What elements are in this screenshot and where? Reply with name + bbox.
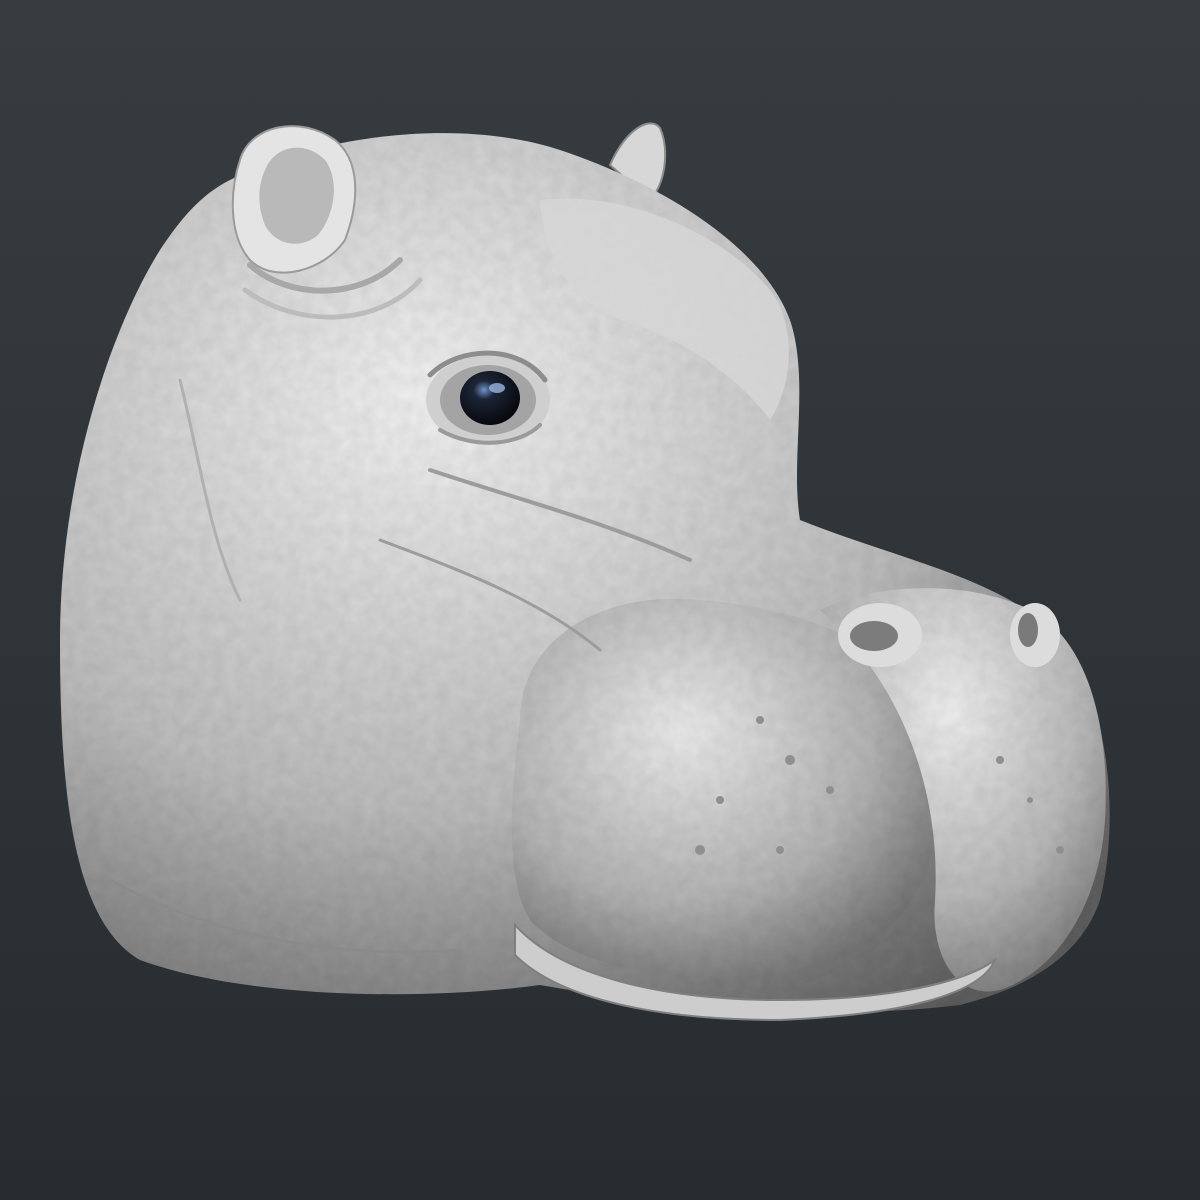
nostril-left xyxy=(838,603,922,667)
nostril-right xyxy=(1010,603,1060,667)
sculpt-viewport[interactable] xyxy=(0,0,1200,1200)
hippo-render xyxy=(0,0,1200,1200)
